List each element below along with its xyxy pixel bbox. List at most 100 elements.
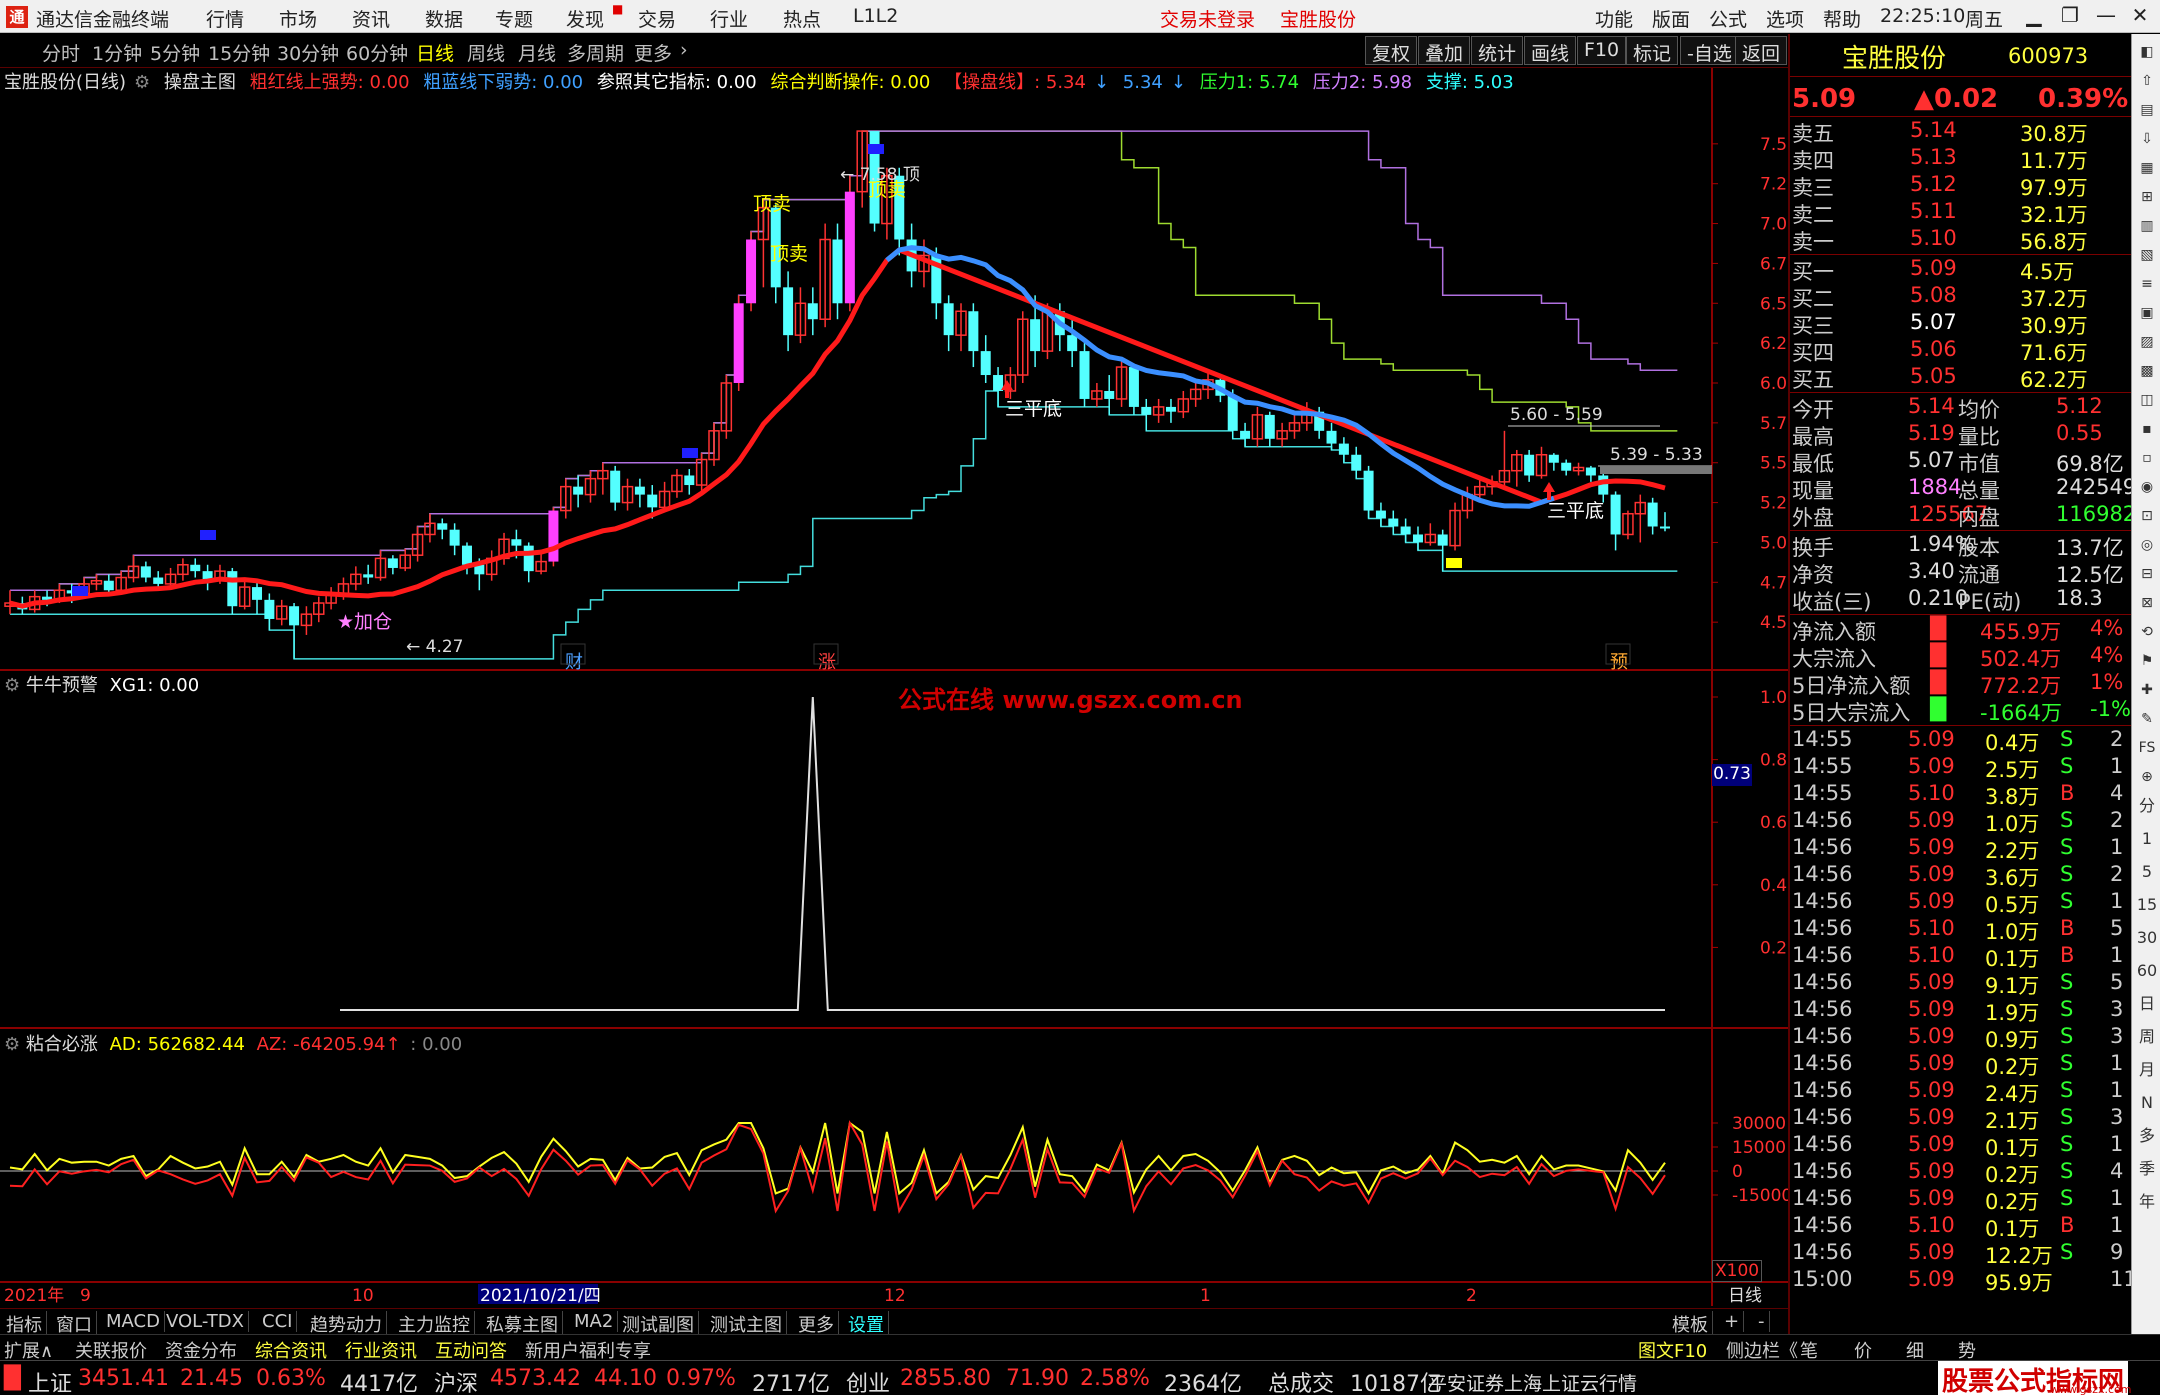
period-tab[interactable]: 15分钟 — [208, 39, 270, 66]
sidebar-period[interactable]: 5 — [2135, 860, 2159, 884]
indicator-tab[interactable]: MA2 — [570, 1311, 619, 1332]
toolbar-button[interactable]: 统计 — [1471, 36, 1524, 65]
index-pct: 0.97% — [666, 1366, 736, 1391]
sub2-title[interactable]: 粘合必涨 — [26, 1034, 98, 1055]
sidebar-tool-icon[interactable]: ▧ — [2135, 243, 2159, 267]
sidebar-tool-icon[interactable]: ⊞ — [2135, 185, 2159, 209]
kline-chart[interactable]: 7.50 7.25 7.00 6.75 6.50 6.25 6.00 5.75 5.50 5.25… — [0, 68, 1788, 1308]
period-tab-active[interactable]: 日线 — [416, 39, 454, 66]
quote-cell: 1 — [2110, 1213, 2124, 1237]
sidebar-period[interactable]: N — [2135, 1091, 2159, 1115]
toolbar-button[interactable]: -自选 — [1680, 36, 1739, 65]
sidebar-tool-icon[interactable]: ▦ — [2135, 156, 2159, 180]
period-tab[interactable]: 30分钟 — [277, 39, 339, 66]
toolbar-button[interactable]: 返回 — [1735, 36, 1788, 65]
sidebar-tool-icon[interactable]: ⊕ — [2135, 765, 2159, 789]
sidebar-period[interactable]: 日 — [2135, 992, 2159, 1016]
sidebar-tool-icon[interactable]: ▣ — [2135, 301, 2159, 325]
gear-icon[interactable]: ⚙ — [4, 1034, 20, 1055]
index-name[interactable]: 创业 — [846, 1366, 890, 1395]
menu-item[interactable]: L1L2 — [853, 5, 898, 27]
period-tab[interactable]: 多周期 — [567, 39, 624, 66]
sidebar-tool-icon[interactable]: FS — [2135, 736, 2159, 760]
broker-name[interactable]: 平安证券上海上证云行情 — [1428, 1369, 1637, 1395]
menu-item[interactable]: 帮助 — [1823, 5, 1861, 32]
sidebar-tool-icon[interactable]: ✎ — [2135, 707, 2159, 731]
toolbar-button[interactable]: 画线 — [1524, 36, 1577, 65]
sidebar-period[interactable]: 年 — [2135, 1190, 2159, 1214]
sidebar-tool-icon[interactable]: ◎ — [2135, 533, 2159, 557]
sidebar-period[interactable]: 分 — [2135, 794, 2159, 818]
indicator-tab[interactable]: VOL-TDX — [162, 1311, 249, 1332]
toolbar-button[interactable]: 标记 — [1626, 36, 1679, 65]
period-tab[interactable]: 1分钟 — [92, 39, 142, 66]
menu-item[interactable]: 行业 — [710, 5, 748, 32]
sidebar-tool-icon[interactable]: ◧ — [2135, 40, 2159, 64]
sidebar-period[interactable]: 15 — [2135, 893, 2159, 917]
period-tab[interactable]: 60分钟 — [346, 39, 408, 66]
sidebar-period[interactable]: 月 — [2135, 1058, 2159, 1082]
sidebar-tool-icon[interactable]: ⊠ — [2135, 591, 2159, 615]
template-button[interactable]: + — [1720, 1311, 1745, 1332]
index-change: 21.45 — [180, 1366, 243, 1391]
gear-icon[interactable]: ⚙ — [4, 675, 20, 696]
index-name[interactable]: 上证 — [28, 1366, 72, 1395]
sidebar-period[interactable]: 60 — [2135, 959, 2159, 983]
sidebar-period[interactable]: 1 — [2135, 827, 2159, 851]
sidebar-tool-icon[interactable]: ▨ — [2135, 330, 2159, 354]
sidebar-tool-icon[interactable]: ⚑ — [2135, 649, 2159, 673]
candle-body — [1524, 454, 1535, 476]
sidebar-tool-icon[interactable]: ▫ — [2135, 446, 2159, 470]
period-tab[interactable]: 月线 — [518, 39, 556, 66]
period-tab[interactable]: 5分钟 — [150, 39, 200, 66]
indicator-tab[interactable]: MACD — [102, 1311, 165, 1332]
menu-item[interactable]: 交易 — [638, 5, 676, 32]
template-button[interactable]: - — [1754, 1311, 1770, 1332]
sidebar-tool-icon[interactable]: ✚ — [2135, 678, 2159, 702]
period-tab[interactable]: 更多 — [634, 39, 672, 66]
sidebar-tool-icon[interactable]: ▤ — [2135, 98, 2159, 122]
sidebar-period[interactable]: 30 — [2135, 926, 2159, 950]
menu-item[interactable]: 功能 — [1595, 5, 1633, 32]
menu-item[interactable]: 资讯 — [352, 5, 390, 32]
menu-item[interactable]: 版面 — [1652, 5, 1690, 32]
sidebar-tool-icon[interactable]: ⊟ — [2135, 562, 2159, 586]
sidebar-tool-icon[interactable]: ▩ — [2135, 359, 2159, 383]
index-name[interactable]: 沪深 — [434, 1366, 478, 1395]
sidebar-tool-icon[interactable]: ◉ — [2135, 475, 2159, 499]
sidebar-tool-icon[interactable]: ▪ — [2135, 417, 2159, 441]
menu-item[interactable]: 发现 — [566, 5, 604, 32]
chevron-right-icon[interactable]: › — [680, 39, 688, 61]
toolbar-button[interactable]: 叠加 — [1418, 36, 1471, 65]
quote-cell: 14:56 — [1792, 943, 1853, 967]
period-tab[interactable]: 周线 — [467, 39, 505, 66]
menu-item[interactable]: 行情 — [206, 5, 244, 32]
indicator-tab[interactable]: CCI — [258, 1311, 298, 1332]
sidebar-tool-icon[interactable]: ⊡ — [2135, 504, 2159, 528]
sidebar-period[interactable]: 多 — [2135, 1124, 2159, 1148]
menu-item[interactable]: 市场 — [279, 5, 317, 32]
menu-item[interactable]: 公式 — [1709, 5, 1747, 32]
minimize-window-icon[interactable]: — — [2090, 3, 2122, 29]
sidebar-period[interactable]: 季 — [2135, 1157, 2159, 1181]
close-icon[interactable]: ✕ — [2124, 3, 2156, 29]
sub1-title[interactable]: 牛牛预警 — [26, 675, 98, 696]
menu-item[interactable]: 热点 — [783, 5, 821, 32]
sidebar-tool-icon[interactable]: ⟲ — [2135, 620, 2159, 644]
login-status[interactable]: 交易未登录 — [1160, 5, 1255, 32]
menu-item[interactable]: 数据 — [425, 5, 463, 32]
menu-item[interactable]: 专题 — [495, 5, 533, 32]
sidebar-period[interactable]: 周 — [2135, 1025, 2159, 1049]
toolbar-button[interactable]: 复权 — [1365, 36, 1418, 65]
sidebar-tool-icon[interactable]: ⇧ — [2135, 69, 2159, 93]
quote-cell: 14:56 — [1792, 1078, 1853, 1102]
sidebar-tool-icon[interactable]: ◫ — [2135, 388, 2159, 412]
minimize-icon[interactable]: ▁ — [2018, 3, 2050, 29]
sidebar-tool-icon[interactable]: ⇩ — [2135, 127, 2159, 151]
sidebar-tool-icon[interactable]: ≡ — [2135, 272, 2159, 296]
toolbar-button[interactable]: F10 — [1577, 36, 1627, 65]
menu-item[interactable]: 选项 — [1766, 5, 1804, 32]
sidebar-tool-icon[interactable]: ▥ — [2135, 214, 2159, 238]
restore-icon[interactable]: ❐ — [2054, 3, 2086, 29]
period-tab[interactable]: 分时 — [42, 39, 80, 66]
